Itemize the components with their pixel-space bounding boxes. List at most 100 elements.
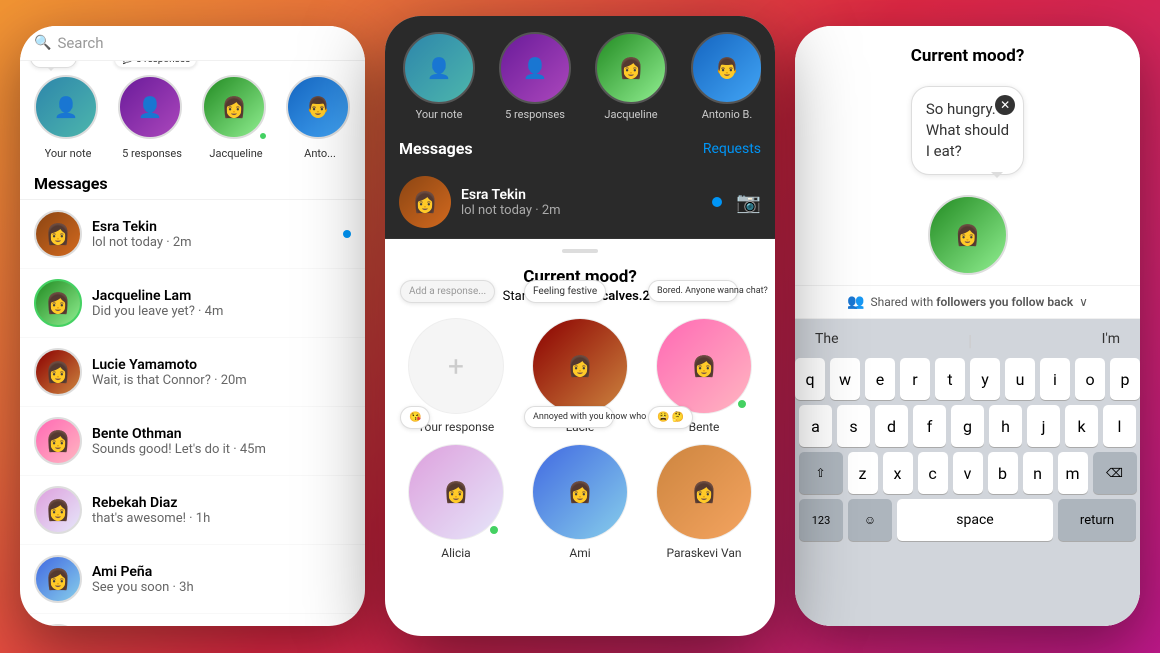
- keyboard-row-1: q w e r t y u i o p: [799, 358, 1136, 400]
- key-s[interactable]: s: [837, 405, 870, 447]
- message-item-lucie[interactable]: 👩 Lucie Yamamoto Wait, is that Connor? ·…: [20, 338, 365, 407]
- key-h[interactable]: h: [989, 405, 1022, 447]
- right-mood-title: Current mood?: [795, 26, 1140, 76]
- key-a[interactable]: a: [799, 405, 832, 447]
- key-l[interactable]: l: [1103, 405, 1136, 447]
- message-item-rebekah[interactable]: 👩 Rebekah Diaz that's awesome! · 1h: [20, 476, 365, 545]
- mid-story-label-jacqueline: Jacqueline: [604, 108, 657, 121]
- avatar-esra: 👩: [34, 210, 82, 258]
- key-v[interactable]: v: [953, 452, 983, 494]
- key-d[interactable]: d: [875, 405, 908, 447]
- mood-label-paraskevi: Paraskevi Van: [666, 546, 741, 560]
- story-jacqueline[interactable]: 👩 Jacqueline: [200, 75, 272, 160]
- key-o[interactable]: o: [1075, 358, 1105, 400]
- story-your-note[interactable]: Note... 👤 Your note: [32, 75, 104, 160]
- key-c[interactable]: c: [918, 452, 948, 494]
- mood-bubble-ami: Annoyed with you know who: [524, 406, 614, 428]
- key-m[interactable]: m: [1058, 452, 1088, 494]
- responses-badge: 💬 5 responses: [114, 61, 197, 68]
- mood-item-ami[interactable]: Annoyed with you know who 👩 Ami: [523, 444, 637, 560]
- msg-preview-jacqueline: Did you leave yet? · 4m: [92, 304, 351, 319]
- mid-story-label-responses: 5 responses: [505, 108, 565, 121]
- msg-name-bente: Bente Othman: [92, 426, 351, 442]
- key-g[interactable]: g: [951, 405, 984, 447]
- key-u[interactable]: u: [1005, 358, 1035, 400]
- key-w[interactable]: w: [830, 358, 860, 400]
- msg-info-jacqueline: Jacqueline Lam Did you leave yet? · 4m: [92, 288, 351, 319]
- story-label-responses: 5 responses: [122, 147, 182, 160]
- story-antonio[interactable]: 👨 Anto...: [284, 75, 356, 160]
- key-n[interactable]: n: [1023, 452, 1053, 494]
- message-item-alicia[interactable]: 👩 Alicia López: [20, 614, 365, 626]
- mood-avatar-paraskevi: 👩: [656, 444, 752, 540]
- key-return[interactable]: return: [1058, 499, 1136, 541]
- suggest-the[interactable]: The: [815, 331, 839, 350]
- mid-story-note[interactable]: Note... 👤 Your note: [399, 32, 479, 121]
- mood-avatar-ami: 👩: [532, 444, 628, 540]
- search-bar[interactable]: 🔍 Search: [20, 26, 365, 61]
- key-b[interactable]: b: [988, 452, 1018, 494]
- mid-message-esra[interactable]: 👩 Esra Tekin lol not today · 2m 📷: [385, 166, 775, 239]
- suggest-im[interactable]: I'm: [1102, 331, 1120, 350]
- mid-messages-header: Messages Requests: [385, 131, 775, 166]
- mid-story-jacqueline[interactable]: 👩 Jacqueline: [591, 32, 671, 121]
- key-y[interactable]: y: [970, 358, 1000, 400]
- message-item-jacqueline[interactable]: 👩 Jacqueline Lam Did you leave yet? · 4m: [20, 269, 365, 338]
- search-placeholder: Search: [57, 34, 103, 52]
- key-z[interactable]: z: [848, 452, 878, 494]
- chevron-down-icon: ∨: [1079, 295, 1088, 309]
- right-phone: Current mood? ✕ So hungry.What shouldI e…: [795, 26, 1140, 626]
- message-item-bente[interactable]: 👩 Bente Othman Sounds good! Let's do it …: [20, 407, 365, 476]
- mood-bubble-lucie: Feeling festive: [524, 280, 606, 303]
- mid-requests-label[interactable]: Requests: [703, 141, 761, 157]
- key-space[interactable]: space: [897, 499, 1053, 541]
- camera-icon[interactable]: 📷: [736, 190, 761, 214]
- msg-name-rebekah: Rebekah Diaz: [92, 495, 351, 511]
- msg-preview-rebekah: that's awesome! · 1h: [92, 511, 351, 526]
- mood-label-alicia: Alicia: [441, 546, 470, 560]
- key-delete[interactable]: ⌫: [1093, 452, 1137, 494]
- keyboard-row-4: 123 ☺ space return: [799, 499, 1136, 541]
- keyboard-suggestions: The | I'm: [799, 327, 1136, 358]
- key-r[interactable]: r: [900, 358, 930, 400]
- online-dot: [258, 131, 268, 141]
- key-p[interactable]: p: [1110, 358, 1140, 400]
- msg-preview-bente: Sounds good! Let's do it · 45m: [92, 442, 351, 457]
- left-phone: 🔍 Search Note... 👤 Your note 💬 5 respons…: [20, 26, 365, 626]
- mood-item-paraskevi[interactable]: 😩 🤔 👩 Paraskevi Van: [647, 444, 761, 560]
- mood-bubble-paraskevi: 😩 🤔: [648, 406, 693, 429]
- message-list: 👩 Esra Tekin lol not today · 2m 👩 Jacque…: [20, 200, 365, 626]
- mid-msg-preview-esra: lol not today · 2m: [461, 203, 702, 218]
- mid-story-label-antonio: Antonio B.: [702, 108, 753, 121]
- modal-handle: [562, 249, 598, 253]
- key-x[interactable]: x: [883, 452, 913, 494]
- right-avatar: 👩: [928, 195, 1008, 275]
- story-responses[interactable]: 💬 5 responses 👤 5 responses: [116, 75, 188, 160]
- msg-name-esra: Esra Tekin: [92, 219, 333, 235]
- mid-story-label-note: Your note: [416, 108, 463, 121]
- close-button[interactable]: ✕: [995, 95, 1015, 115]
- key-q[interactable]: q: [795, 358, 825, 400]
- key-emoji[interactable]: ☺: [848, 499, 892, 541]
- key-numbers[interactable]: 123: [799, 499, 843, 541]
- msg-info-lucie: Lucie Yamamoto Wait, is that Connor? · 2…: [92, 357, 351, 388]
- key-f[interactable]: f: [913, 405, 946, 447]
- mood-item-alicia[interactable]: 😘 👩 Alicia: [399, 444, 513, 560]
- mid-story-antonio[interactable]: 👨 Antonio B.: [687, 32, 761, 121]
- key-j[interactable]: j: [1027, 405, 1060, 447]
- mood-green-dot-bente: [736, 398, 748, 410]
- story-label-antonio: Anto...: [304, 147, 336, 160]
- key-t[interactable]: t: [935, 358, 965, 400]
- right-shared-info[interactable]: 👥 Shared with followers you follow back …: [795, 285, 1140, 319]
- message-item-ami[interactable]: 👩 Ami Peña See you soon · 3h: [20, 545, 365, 614]
- message-item-esra[interactable]: 👩 Esra Tekin lol not today · 2m: [20, 200, 365, 269]
- stories-row: Note... 👤 Your note 💬 5 responses 👤 5 re…: [20, 61, 365, 168]
- key-k[interactable]: k: [1065, 405, 1098, 447]
- mood-modal: Current mood? Started by gogoncalves.21 …: [385, 249, 775, 572]
- right-avatar-area: 👩: [795, 195, 1140, 275]
- key-i[interactable]: i: [1040, 358, 1070, 400]
- mid-story-responses[interactable]: 👤 5 responses: [495, 32, 575, 121]
- key-shift[interactable]: ⇧: [799, 452, 843, 494]
- key-e[interactable]: e: [865, 358, 895, 400]
- messages-header: Messages: [20, 168, 365, 200]
